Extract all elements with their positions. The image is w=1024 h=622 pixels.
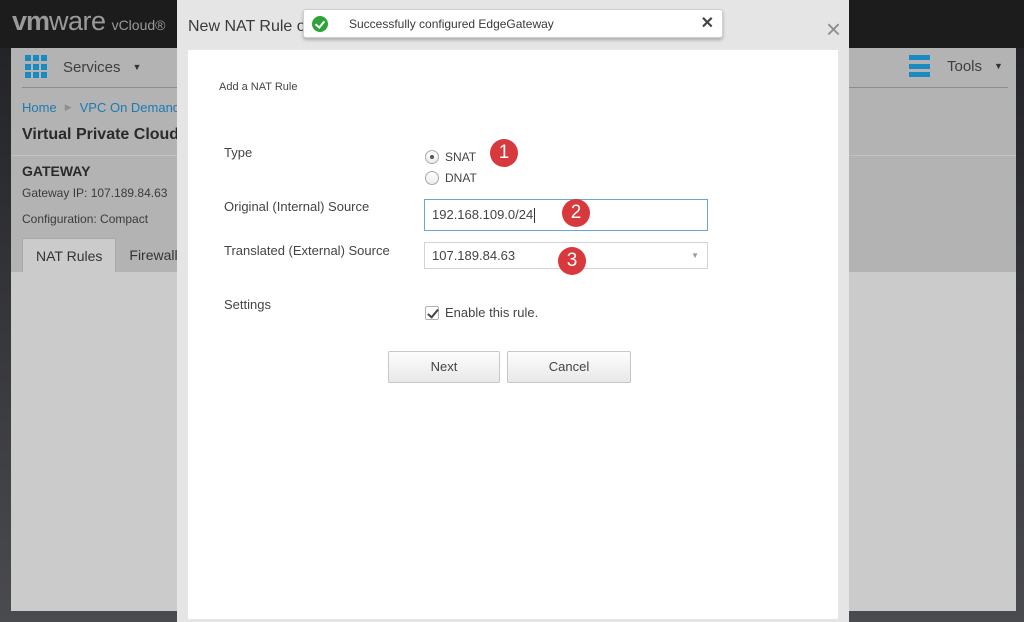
check-circle-icon: [312, 15, 328, 32]
success-toast: Successfully configured EdgeGateway ✕: [303, 9, 723, 38]
chevron-down-icon: ▼: [691, 251, 699, 260]
original-source-label: Original (Internal) Source: [224, 199, 370, 214]
translated-source-label: Translated (External) Source: [224, 243, 390, 258]
caret-down-icon: ▼: [994, 61, 1003, 71]
type-label: Type: [224, 145, 253, 160]
breadcrumb: Home ▶ VPC On Demand: [22, 100, 180, 115]
settings-label: Settings: [224, 297, 271, 312]
services-menu[interactable]: Services ▼: [25, 55, 141, 79]
vmware-logo: vm ware vCloud®: [12, 6, 166, 36]
next-button[interactable]: Next: [388, 351, 500, 383]
tools-label: Tools: [947, 57, 983, 75]
checkbox-checked-icon[interactable]: [425, 305, 439, 320]
breadcrumb-separator-icon: ▶: [64, 102, 72, 112]
page-title: Virtual Private Cloud: [22, 126, 180, 143]
enable-rule-checkbox[interactable]: Enable this rule.: [425, 305, 538, 320]
dialog-body: Add a NAT Rule Type SNAT DNAT Original (…: [188, 50, 838, 619]
radio-snat[interactable]: SNAT: [425, 150, 476, 164]
new-nat-rule-dialog: New NAT Rule on × Add a NAT Rule Type SN…: [177, 0, 849, 622]
gateway-configuration: Configuration: Compact: [22, 212, 149, 226]
breadcrumb-vpc-on-demand[interactable]: VPC On Demand: [80, 100, 180, 115]
annotation-badge-3: 3: [558, 247, 586, 275]
tab-nat-rules[interactable]: NAT Rules: [22, 238, 117, 272]
radio-dnat[interactable]: DNAT: [425, 171, 477, 185]
text-cursor: [534, 208, 536, 224]
gateway-ip: Gateway IP: 107.189.84.63: [22, 186, 168, 200]
tools-menu[interactable]: Tools ▼: [909, 55, 1003, 77]
radio-dnat-label: DNAT: [445, 171, 477, 185]
radio-button-checked[interactable]: [425, 150, 439, 164]
close-icon[interactable]: ✕: [701, 15, 714, 33]
annotation-badge-2: 2: [562, 199, 590, 227]
toast-message: Successfully configured EdgeGateway: [349, 16, 554, 31]
radio-snat-label: SNAT: [445, 150, 477, 164]
gateway-heading: GATEWAY: [22, 163, 91, 179]
caret-down-icon: ▼: [132, 62, 142, 72]
enable-rule-label: Enable this rule.: [445, 305, 539, 320]
section-label: Add a NAT Rule: [219, 81, 298, 93]
gateway-tabs: NAT Rules Firewall: [22, 238, 191, 272]
services-label: Services: [63, 58, 121, 76]
grid-icon: [25, 55, 49, 79]
annotation-badge-1: 1: [490, 139, 518, 167]
dialog-title: New NAT Rule on: [188, 18, 313, 35]
cancel-button[interactable]: Cancel: [507, 351, 631, 383]
close-icon[interactable]: ×: [826, 16, 841, 42]
breadcrumb-home[interactable]: Home: [22, 100, 57, 115]
menu-icon: [909, 55, 930, 77]
product-name: vCloud®: [111, 17, 166, 33]
radio-button[interactable]: [425, 171, 439, 185]
